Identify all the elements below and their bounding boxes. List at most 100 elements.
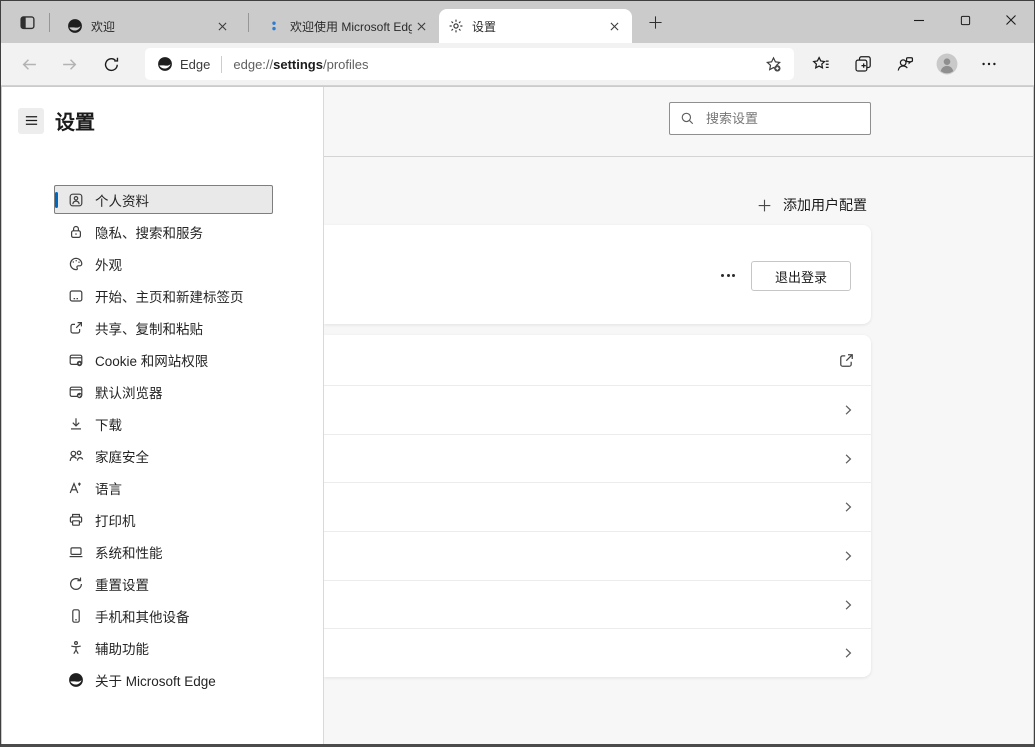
chevron-right-icon (841, 646, 855, 660)
sidebar-item-label: 手机和其他设备 (95, 606, 190, 626)
profile-avatar-button[interactable] (926, 47, 968, 81)
settings-search[interactable] (669, 102, 871, 135)
page-content: 设置 个人资料 隐私、搜索和服务 (2, 87, 1033, 744)
site-badge-label: Edge (180, 57, 210, 72)
close-icon (1005, 14, 1017, 26)
add-profile-label: 添加用户配置 (783, 195, 867, 215)
chevron-right-icon (841, 500, 855, 514)
sidebar-item-label: 个人资料 (95, 190, 149, 210)
external-link-icon (838, 352, 855, 369)
maximize-button[interactable] (942, 1, 988, 39)
tab-close-button[interactable] (605, 17, 623, 35)
refresh-icon (103, 56, 120, 73)
list-item[interactable] (324, 531, 871, 580)
back-button[interactable] (9, 47, 49, 81)
sidebar-item-system-performance[interactable]: 系统和性能 (54, 537, 273, 566)
collections-icon (854, 55, 872, 73)
sidebar-item-share-copy-paste[interactable]: 共享、复制和粘贴 (54, 313, 273, 342)
collections-button[interactable] (842, 47, 884, 81)
back-arrow-icon (21, 56, 38, 73)
tab-close-button[interactable] (213, 17, 231, 35)
sidebar-item-profiles[interactable]: 个人资料 (54, 185, 273, 214)
person-chat-button[interactable] (884, 47, 926, 81)
chevron-right-icon (841, 598, 855, 612)
sidebar-item-default-browser[interactable]: 默认浏览器 (54, 377, 273, 406)
share-icon (68, 320, 84, 336)
sidebar-item-downloads[interactable]: 下载 (54, 409, 273, 438)
new-tab-button[interactable] (641, 8, 669, 36)
plus-icon (648, 15, 663, 30)
edge-logo-icon (67, 18, 83, 34)
settings-sidebar: 设置 个人资料 隐私、搜索和服务 (2, 87, 324, 744)
window-controls (896, 1, 1034, 39)
laptop-icon (68, 544, 84, 560)
sidebar-item-accessibility[interactable]: 辅助功能 (54, 633, 273, 662)
sidebar-item-label: Cookie 和网站权限 (95, 350, 208, 370)
sidebar-item-label: 外观 (95, 254, 122, 274)
menu-toggle-button[interactable] (18, 108, 44, 134)
window-icon (68, 288, 84, 304)
cookie-permissions-icon (68, 352, 84, 368)
forward-arrow-icon (61, 56, 78, 73)
profile-settings-list (324, 335, 871, 677)
sidebar-item-family-safety[interactable]: 家庭安全 (54, 441, 273, 470)
reset-icon (68, 576, 84, 592)
id-card-icon (68, 192, 84, 208)
chevron-right-icon (841, 452, 855, 466)
tab-welcome[interactable]: 欢迎 (58, 9, 240, 43)
settings-menu-button[interactable] (968, 47, 1010, 81)
language-icon (68, 480, 84, 496)
palette-icon (68, 256, 84, 272)
sidebar-item-label: 辅助功能 (95, 638, 149, 658)
tab-strip: 欢迎 欢迎使用 Microsoft Edg 设置 (1, 1, 1034, 43)
search-input[interactable] (704, 110, 884, 127)
tab-welcome-edge[interactable]: 欢迎使用 Microsoft Edg (257, 9, 439, 43)
sign-out-button[interactable]: 退出登录 (751, 261, 851, 291)
sidebar-item-languages[interactable]: 语言 (54, 473, 273, 502)
tab-strip-separator (248, 13, 249, 32)
tab-actions-button[interactable] (13, 9, 41, 35)
settings-nav: 个人资料 隐私、搜索和服务 外观 (2, 185, 323, 694)
tab-actions-icon (19, 14, 36, 31)
minimize-icon (913, 14, 925, 26)
printer-icon (68, 512, 84, 528)
refresh-button[interactable] (93, 47, 129, 81)
hamburger-icon (24, 113, 39, 128)
sidebar-item-cookies-permissions[interactable]: Cookie 和网站权限 (54, 345, 273, 374)
more-options-button[interactable] (715, 264, 741, 286)
list-item[interactable] (324, 434, 871, 483)
sidebar-item-label: 关于 Microsoft Edge (95, 670, 216, 690)
sidebar-item-printers[interactable]: 打印机 (54, 505, 273, 534)
list-item-external[interactable] (324, 335, 871, 385)
sidebar-item-start-home[interactable]: 开始、主页和新建标签页 (54, 281, 273, 310)
list-item[interactable] (324, 482, 871, 531)
sidebar-item-label: 隐私、搜索和服务 (95, 222, 203, 242)
plus-icon (757, 198, 772, 213)
close-button[interactable] (988, 1, 1034, 39)
forward-button[interactable] (49, 47, 89, 81)
tab-settings[interactable]: 设置 (439, 9, 632, 43)
more-horizontal-icon (721, 274, 735, 277)
sidebar-item-about-edge[interactable]: 关于 Microsoft Edge (54, 665, 273, 694)
settings-header (324, 87, 1033, 157)
list-item[interactable] (324, 385, 871, 434)
sidebar-item-appearance[interactable]: 外观 (54, 249, 273, 278)
list-item[interactable] (324, 580, 871, 629)
sidebar-header: 设置 (2, 87, 323, 135)
tab-close-button[interactable] (412, 17, 430, 35)
add-favorite-button[interactable] (758, 51, 788, 77)
add-profile-button[interactable]: 添加用户配置 (324, 188, 871, 222)
sidebar-item-phone-devices[interactable]: 手机和其他设备 (54, 601, 273, 630)
sidebar-item-reset-settings[interactable]: 重置设置 (54, 569, 273, 598)
toolbar-right-icons (800, 47, 1010, 81)
sidebar-item-privacy[interactable]: 隐私、搜索和服务 (54, 217, 273, 246)
sidebar-item-label: 下载 (95, 414, 122, 434)
favorites-button[interactable] (800, 47, 842, 81)
address-bar[interactable]: Edge edge://settings/profiles (145, 48, 794, 80)
list-item[interactable] (324, 628, 871, 677)
site-info-button[interactable]: Edge (157, 56, 210, 72)
sidebar-item-label: 系统和性能 (95, 542, 163, 562)
minimize-button[interactable] (896, 1, 942, 39)
sidebar-item-label: 共享、复制和粘贴 (95, 318, 203, 338)
browser-check-icon (68, 384, 84, 400)
